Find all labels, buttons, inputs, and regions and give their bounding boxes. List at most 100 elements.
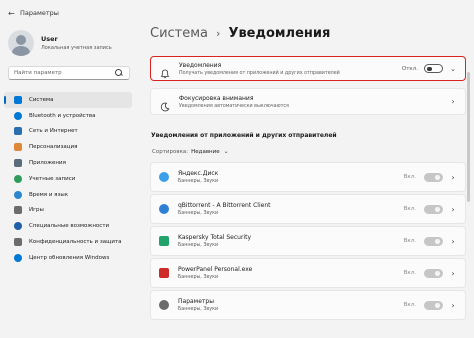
app-name: PowerPanel Personal.exe — [178, 266, 253, 273]
notifications-state-label: Откл. — [401, 65, 418, 72]
main-content: Система › Уведомления Уведомления Получа… — [144, 26, 470, 338]
sidebar-item-label: Игры — [29, 207, 44, 214]
app-state-label: Вкл. — [403, 238, 416, 244]
sidebar-nav: Система Bluetooth и устройства Сеть и Ин… — [4, 92, 132, 266]
app-row-yandex-disk[interactable]: Яндекс.Диск Баннеры, Звуки Вкл. › — [150, 162, 466, 192]
user-profile[interactable]: User Локальная учетная запись — [8, 30, 112, 56]
search-box[interactable] — [8, 66, 130, 80]
app-text: Параметры Баннеры, Звуки — [178, 298, 404, 312]
sidebar-item-label: Сеть и Интернет — [29, 128, 78, 135]
profile-account-type: Локальная учетная запись — [41, 45, 112, 51]
focus-assist-card[interactable]: Фокусировка внимания Уведомления автомат… — [150, 88, 466, 115]
app-state-label: Вкл. — [403, 206, 416, 212]
sidebar-item-label: Bluetooth и устройства — [29, 112, 96, 119]
app-name: Яндекс.Диск — [178, 170, 219, 177]
sort-value[interactable]: Недавние — [191, 149, 220, 155]
app-text: Яндекс.Диск Баннеры, Звуки — [178, 170, 404, 184]
system-icon — [14, 95, 22, 104]
accounts-icon — [14, 174, 22, 183]
chevron-right-icon[interactable]: › — [447, 301, 459, 310]
apps-icon — [14, 159, 22, 168]
profile-name: User — [41, 35, 58, 43]
sidebar-item-personalization[interactable]: Персонализация — [4, 139, 132, 155]
focus-assist-subtitle: Уведомления автоматически выключаются — [179, 103, 289, 109]
sidebar-item-label: Конфиденциальность и защита — [29, 239, 122, 246]
sidebar-item-privacy[interactable]: Конфиденциальность и защита — [4, 234, 132, 250]
sidebar-item-time-language[interactable]: Время и язык — [4, 187, 132, 203]
app-state-label: Вкл. — [403, 174, 416, 180]
sidebar-item-gaming[interactable]: Игры — [4, 203, 132, 219]
window-title: Параметры — [20, 9, 59, 17]
app-text: qBittorrent - A Bittorrent Client Баннер… — [178, 202, 404, 216]
app-toggle[interactable] — [424, 268, 443, 278]
sidebar-item-accessibility[interactable]: Специальные возможности — [4, 218, 132, 234]
title-bar: ← Параметры — [0, 0, 474, 26]
chevron-right-icon[interactable]: › — [447, 237, 459, 246]
app-text: PowerPanel Personal.exe Баннеры, Звуки — [178, 266, 404, 280]
sidebar-item-system[interactable]: Система — [4, 92, 132, 108]
notifications-title: Уведомления — [179, 61, 222, 69]
chevron-right-icon[interactable]: › — [447, 173, 459, 182]
gaming-icon — [14, 206, 22, 215]
sort-label: Сортировка: — [152, 148, 189, 155]
app-notification-types: Баннеры, Звуки — [178, 179, 219, 184]
page-title: Уведомления — [228, 26, 331, 41]
powerpanel-icon — [159, 268, 169, 278]
focus-assist-title: Фокусировка внимания — [179, 94, 254, 102]
qbittorrent-icon — [159, 204, 169, 214]
app-name: Kaspersky Total Security — [178, 234, 252, 241]
chevron-right-icon[interactable]: › — [447, 269, 459, 278]
moon-icon — [160, 97, 170, 111]
sidebar-item-label: Персонализация — [29, 144, 78, 151]
app-notification-types: Баннеры, Звуки — [178, 307, 219, 312]
avatar-icon — [8, 30, 34, 56]
notifications-subtitle: Получать уведомления от приложений и дру… — [179, 70, 340, 76]
app-row-qbittorrent[interactable]: qBittorrent - A Bittorrent Client Баннер… — [150, 194, 466, 224]
breadcrumb: Система › Уведомления — [150, 26, 330, 41]
sidebar-item-apps[interactable]: Приложения — [4, 155, 132, 171]
app-notification-types: Баннеры, Звуки — [178, 211, 219, 216]
windows-update-icon — [14, 253, 22, 262]
privacy-icon — [14, 238, 22, 247]
app-row-powerpanel[interactable]: PowerPanel Personal.exe Баннеры, Звуки В… — [150, 258, 466, 288]
sidebar-item-label: Время и язык — [29, 191, 69, 198]
bluetooth-icon — [14, 111, 22, 120]
time-language-icon — [14, 190, 22, 199]
breadcrumb-separator-icon: › — [216, 27, 221, 40]
app-row-kaspersky[interactable]: Kaspersky Total Security Баннеры, Звуки … — [150, 226, 466, 256]
sidebar: User Локальная учетная запись Система Bl… — [0, 26, 138, 338]
notifications-toggle[interactable] — [424, 64, 443, 73]
focus-assist-text: Фокусировка внимания Уведомления автомат… — [179, 95, 447, 109]
search-input[interactable] — [9, 70, 114, 76]
sidebar-item-label: Учетные записи — [29, 175, 76, 182]
notifications-setting-card[interactable]: Уведомления Получать уведомления от прил… — [150, 56, 466, 81]
app-name: qBittorrent - A Bittorrent Client — [178, 202, 271, 209]
sidebar-item-windows-update[interactable]: Центр обновления Windows — [4, 250, 132, 266]
app-toggle[interactable] — [424, 204, 443, 214]
yandex-disk-icon — [159, 172, 169, 182]
apps-section-title: Уведомления от приложений и других отпра… — [151, 132, 337, 139]
chevron-down-icon[interactable]: ⌄ — [224, 148, 229, 155]
chevron-right-icon: › — [451, 97, 455, 106]
sidebar-item-accounts[interactable]: Учетные записи — [4, 171, 132, 187]
app-notification-types: Баннеры, Звуки — [178, 275, 219, 280]
app-toggle[interactable] — [424, 236, 443, 246]
personalization-icon — [14, 143, 22, 152]
chevron-right-icon[interactable]: › — [447, 205, 459, 214]
sidebar-item-bluetooth[interactable]: Bluetooth и устройства — [4, 108, 132, 124]
search-icon[interactable] — [114, 68, 124, 78]
app-toggle[interactable] — [424, 300, 443, 310]
sort-dropdown[interactable]: Сортировка: Недавние ⌄ — [152, 148, 229, 155]
app-toggle[interactable] — [424, 172, 443, 182]
chevron-down-icon[interactable]: ⌄ — [447, 65, 459, 73]
settings-gear-icon — [159, 300, 169, 310]
network-icon — [14, 127, 22, 136]
app-state-label: Вкл. — [403, 302, 416, 308]
back-arrow-icon[interactable]: ← — [8, 9, 16, 18]
app-row-settings[interactable]: Параметры Баннеры, Звуки Вкл. › — [150, 290, 466, 320]
breadcrumb-parent[interactable]: Система — [150, 26, 208, 41]
sidebar-item-network[interactable]: Сеть и Интернет — [4, 124, 132, 140]
accessibility-icon — [14, 222, 22, 231]
scrollbar[interactable] — [467, 72, 470, 202]
app-name: Параметры — [178, 298, 214, 305]
